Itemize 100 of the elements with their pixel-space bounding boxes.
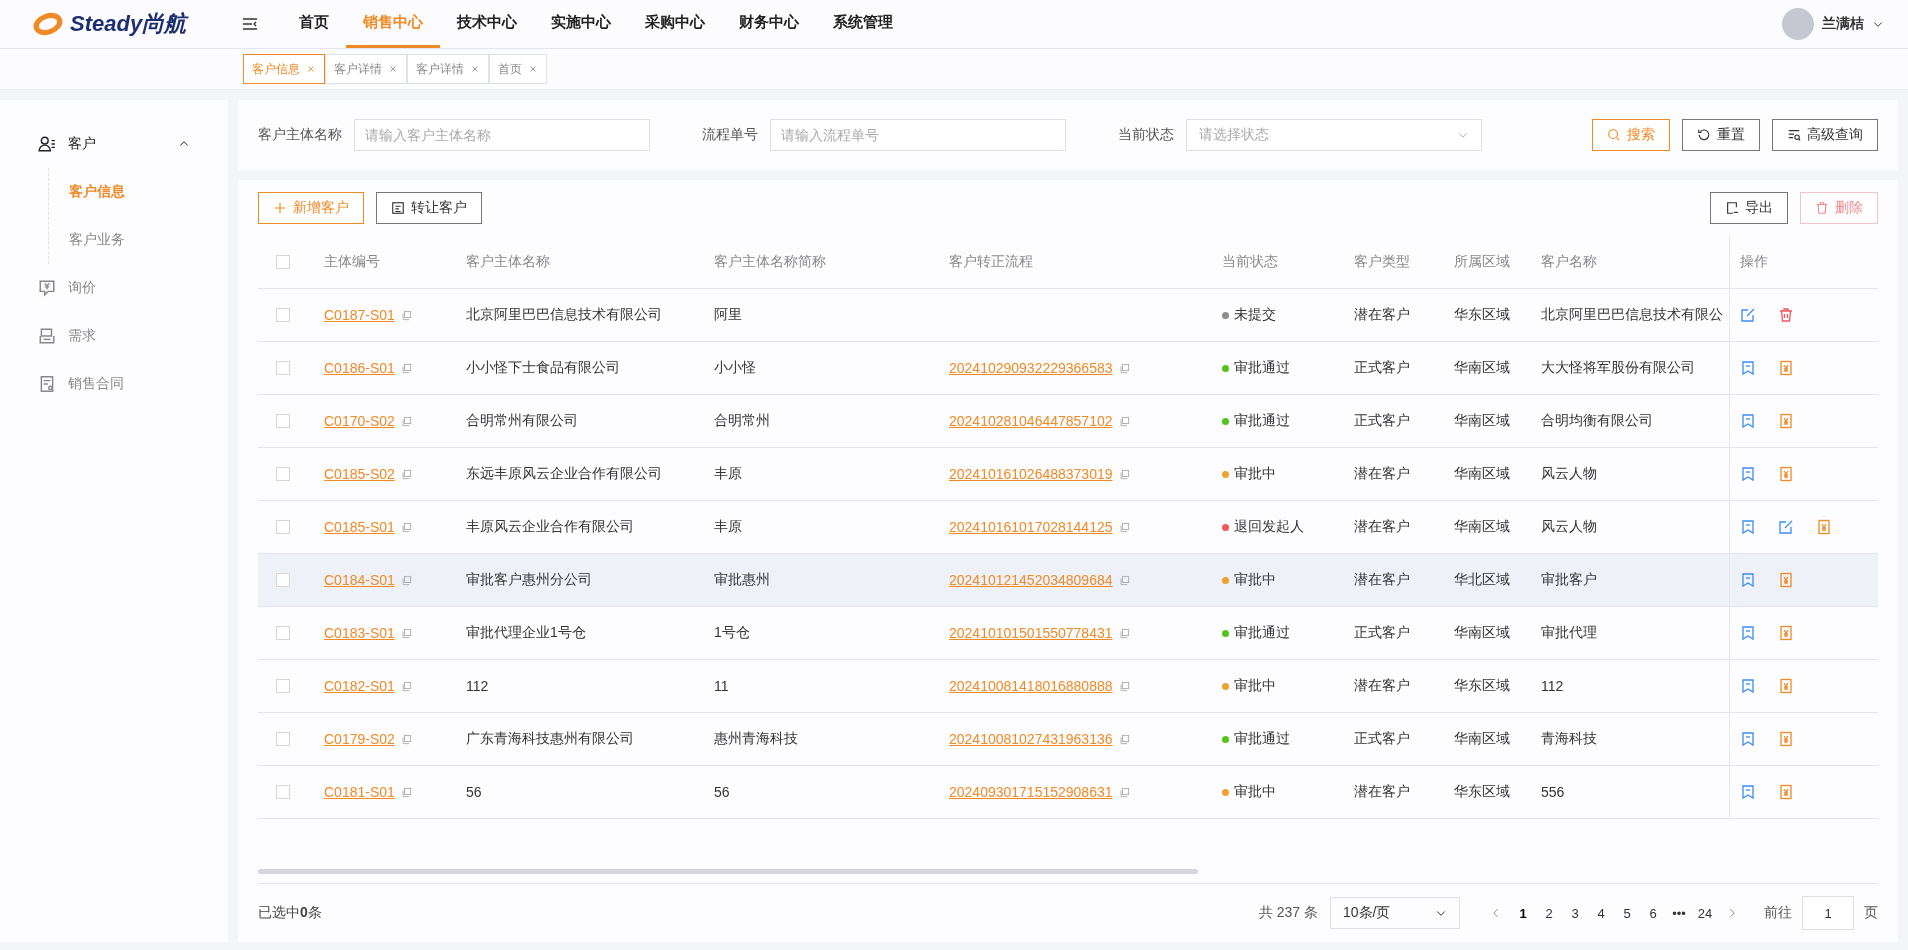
input-field[interactable]: 请输入流程单号 [770,119,1066,151]
code-link[interactable]: C0185-S02 [324,466,395,482]
copy-icon[interactable] [1118,415,1130,427]
avatar[interactable] [1782,8,1814,40]
add-button[interactable]: 新增客户 [258,192,364,224]
nav-tab[interactable]: 系统管理 [816,0,910,48]
trash-icon[interactable] [1778,307,1794,323]
page-link[interactable]: 2 [1538,905,1560,921]
code-link[interactable]: C0187-S01 [324,307,395,323]
flow-link[interactable]: 202410281046447857102 [949,413,1113,429]
status-select[interactable]: 请选择状态 [1186,119,1482,151]
page-link[interactable]: 24 [1694,905,1716,921]
yen-document-icon[interactable] [1778,625,1794,641]
copy-icon[interactable] [400,627,412,639]
flow-link[interactable]: 202410161017028144125 [949,519,1113,535]
flow-link[interactable]: 202410101501550778431 [949,625,1113,641]
checkbox[interactable] [276,361,290,375]
close-icon[interactable] [306,64,316,74]
yen-document-icon[interactable] [1778,731,1794,747]
copy-icon[interactable] [1118,362,1130,374]
menu-fold-icon[interactable] [242,16,258,32]
copy-icon[interactable] [1118,733,1130,745]
checkbox[interactable] [276,520,290,534]
code-link[interactable]: C0182-S01 [324,678,395,694]
page-link[interactable]: ••• [1668,905,1690,921]
nav-tab[interactable]: 技术中心 [440,0,534,48]
bookmark-icon[interactable] [1740,413,1756,429]
yen-document-icon[interactable] [1778,360,1794,376]
checkbox[interactable] [276,732,290,746]
page-size-select[interactable]: 10条/页 [1330,897,1460,929]
sidebar-subitem[interactable]: 客户信息 [69,168,228,216]
bookmark-icon[interactable] [1740,678,1756,694]
code-link[interactable]: C0179-S02 [324,731,395,747]
reset-button[interactable]: 重置 [1682,119,1760,151]
checkbox[interactable] [276,414,290,428]
transfer-button[interactable]: 转让客户 [376,192,482,224]
bookmark-icon[interactable] [1740,784,1756,800]
page-link[interactable]: 1 [1512,905,1534,921]
nav-tab[interactable]: 首页 [282,0,346,48]
close-icon[interactable] [528,64,538,74]
bookmark-icon[interactable] [1740,466,1756,482]
page-tab[interactable]: 客户详情 [325,54,407,84]
yen-document-icon[interactable] [1816,519,1832,535]
nav-tab[interactable]: 财务中心 [722,0,816,48]
page-link[interactable]: 3 [1564,905,1586,921]
checkbox[interactable] [276,573,290,587]
bookmark-icon[interactable] [1740,360,1756,376]
close-icon[interactable] [388,64,398,74]
nav-tab[interactable]: 采购中心 [628,0,722,48]
bookmark-icon[interactable] [1740,519,1756,535]
page-tab[interactable]: 客户信息 [243,54,325,84]
page-tab[interactable]: 首页 [489,54,547,84]
sidebar-subitem[interactable]: 客户业务 [69,216,228,264]
copy-icon[interactable] [400,362,412,374]
flow-link[interactable]: 202410290932229366583 [949,360,1113,376]
export-button[interactable]: 导出 [1710,192,1788,224]
edit-icon[interactable] [1778,519,1794,535]
checkbox[interactable] [276,467,290,481]
copy-icon[interactable] [400,468,412,480]
checkbox[interactable] [276,679,290,693]
copy-icon[interactable] [1118,680,1130,692]
copy-icon[interactable] [1118,786,1130,798]
checkbox[interactable] [276,785,290,799]
sidebar-item[interactable]: 询价 [0,264,228,312]
copy-icon[interactable] [1118,574,1130,586]
yen-document-icon[interactable] [1778,678,1794,694]
flow-link[interactable]: 202410081027431963136 [949,731,1113,747]
code-link[interactable]: C0181-S01 [324,784,395,800]
code-link[interactable]: C0184-S01 [324,572,395,588]
edit-icon[interactable] [1740,307,1756,323]
bookmark-icon[interactable] [1740,731,1756,747]
checkbox[interactable] [276,255,290,269]
flow-link[interactable]: 202409301715152908631 [949,784,1113,800]
search-button[interactable]: 搜索 [1592,119,1670,151]
user-name[interactable]: 兰满桔 [1822,15,1864,33]
copy-icon[interactable] [400,521,412,533]
scrollbar-thumb[interactable] [258,869,1198,874]
nav-tab[interactable]: 实施中心 [534,0,628,48]
sidebar-item[interactable]: 销售合同 [0,360,228,408]
copy-icon[interactable] [1118,627,1130,639]
page-tab[interactable]: 客户详情 [407,54,489,84]
code-link[interactable]: C0183-S01 [324,625,395,641]
flow-link[interactable]: 202410161026488373019 [949,466,1113,482]
yen-document-icon[interactable] [1778,466,1794,482]
sidebar-item[interactable]: 需求 [0,312,228,360]
flow-link[interactable]: 202410121452034809684 [949,572,1113,588]
flow-link[interactable]: 202410081418016880888 [949,678,1113,694]
page-link[interactable]: 6 [1642,905,1664,921]
copy-icon[interactable] [1118,521,1130,533]
sidebar-item[interactable]: 客户 [0,120,228,168]
advanced-button[interactable]: 高级查询 [1772,119,1878,151]
yen-document-icon[interactable] [1778,784,1794,800]
code-link[interactable]: C0170-S02 [324,413,395,429]
page-link[interactable]: 4 [1590,905,1612,921]
code-link[interactable]: C0185-S01 [324,519,395,535]
page-link[interactable]: 5 [1616,905,1638,921]
copy-icon[interactable] [400,574,412,586]
copy-icon[interactable] [400,415,412,427]
page-input[interactable]: 1 [1802,896,1854,930]
input-field[interactable]: 请输入客户主体名称 [354,119,650,151]
